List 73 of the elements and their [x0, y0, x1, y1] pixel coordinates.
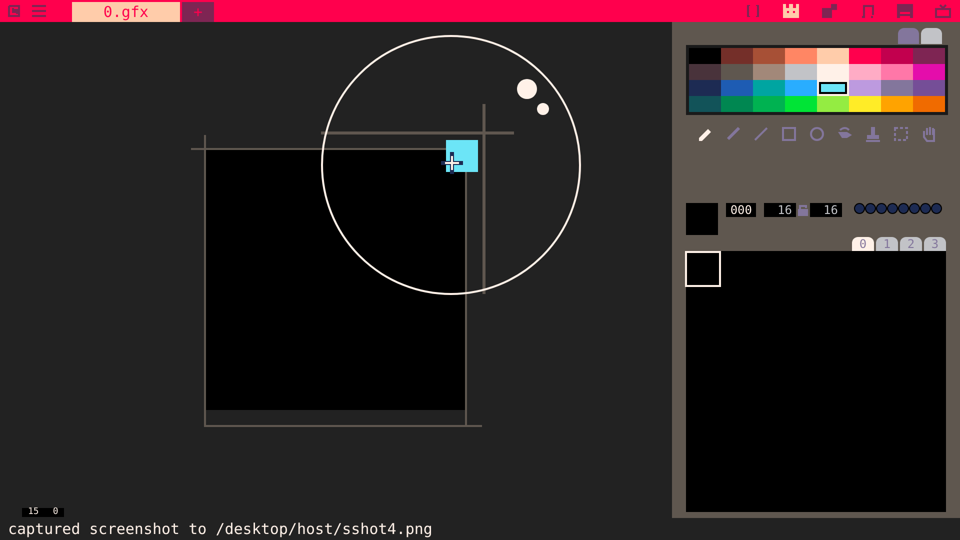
status-message: captured screenshot to /desktop/host/sshot4.png	[7, 519, 434, 540]
color-swatch[interactable]	[689, 96, 721, 112]
flag-toggle[interactable]	[854, 203, 865, 214]
color-swatch[interactable]	[849, 48, 881, 64]
color-swatch[interactable]	[785, 64, 817, 80]
palette-page-tab[interactable]	[898, 28, 919, 44]
color-swatch[interactable]	[849, 96, 881, 112]
color-swatch[interactable]	[753, 48, 785, 64]
sprite-bank-tab[interactable]: 2	[900, 237, 922, 251]
flag-toggle[interactable]	[876, 203, 887, 214]
color-swatch[interactable]	[785, 80, 817, 96]
face-icon	[783, 4, 799, 18]
color-swatch[interactable]	[721, 80, 753, 96]
flag-toggle[interactable]	[909, 203, 920, 214]
color-swatch[interactable]	[913, 48, 945, 64]
flag-toggle[interactable]	[887, 203, 898, 214]
sprite-slot[interactable]	[685, 251, 721, 287]
height-field[interactable]: 16	[810, 203, 842, 217]
color-swatch[interactable]	[881, 48, 913, 64]
desk-icon	[897, 4, 913, 18]
sprite-bank-tab[interactable]: 3	[924, 237, 946, 251]
color-swatch[interactable]	[753, 80, 785, 96]
color-swatch[interactable]	[753, 64, 785, 80]
color-swatch[interactable]	[721, 48, 753, 64]
color-swatch[interactable]	[913, 96, 945, 112]
lock-icon[interactable]	[798, 203, 808, 216]
flag-toggle[interactable]	[865, 203, 876, 214]
color-swatch[interactable]	[689, 48, 721, 64]
color-swatch[interactable]	[817, 64, 849, 80]
color-swatch[interactable]	[817, 96, 849, 112]
rectangle-icon	[781, 126, 797, 142]
logo-icon	[8, 5, 22, 17]
color-swatch[interactable]	[913, 80, 945, 96]
color-swatch[interactable]	[881, 80, 913, 96]
color-swatch[interactable]	[913, 64, 945, 80]
color-swatch[interactable]	[881, 64, 913, 80]
color-swatch[interactable]	[849, 80, 881, 96]
color-swatch[interactable]	[721, 64, 753, 80]
music-note-icon	[860, 4, 874, 18]
circle-icon	[809, 126, 825, 142]
braces-icon	[746, 5, 760, 17]
color-swatch[interactable]	[817, 80, 849, 96]
y-coordinate: 0	[52, 508, 58, 517]
color-swatch[interactable]	[721, 96, 753, 112]
color-swatch[interactable]	[881, 96, 913, 112]
menu-icon[interactable]	[32, 5, 46, 17]
sprite-bank-tab[interactable]: 0	[852, 237, 874, 251]
flag-toggle[interactable]	[920, 203, 931, 214]
palette-page-tab[interactable]	[921, 28, 942, 44]
flag-toggle[interactable]	[898, 203, 909, 214]
hand-icon	[921, 126, 937, 142]
file-tab[interactable]: 0.gfx	[72, 2, 180, 22]
color-swatch[interactable]	[689, 80, 721, 96]
new-tab-button[interactable]: +	[182, 2, 214, 22]
sprite-bank-tab[interactable]: 1	[876, 237, 898, 251]
color-swatch[interactable]	[849, 64, 881, 80]
flag-toggle[interactable]	[931, 203, 942, 214]
color-swatch[interactable]	[817, 48, 849, 64]
brush-icon	[725, 126, 741, 142]
stamp-icon	[865, 126, 881, 142]
sprite-index-field[interactable]: 000	[726, 203, 756, 217]
width-field[interactable]: 16	[764, 203, 796, 217]
color-swatch[interactable]	[785, 96, 817, 112]
line-icon	[753, 126, 769, 142]
tv-icon	[935, 4, 951, 18]
pencil-icon	[697, 126, 713, 142]
color-swatch[interactable]	[785, 48, 817, 64]
sprite-preview	[686, 203, 718, 235]
blocks-icon	[822, 4, 836, 18]
color-swatch[interactable]	[753, 96, 785, 112]
dashed-selection-icon	[893, 126, 909, 142]
x-coordinate: 15	[28, 508, 39, 517]
color-swatch[interactable]	[689, 64, 721, 80]
